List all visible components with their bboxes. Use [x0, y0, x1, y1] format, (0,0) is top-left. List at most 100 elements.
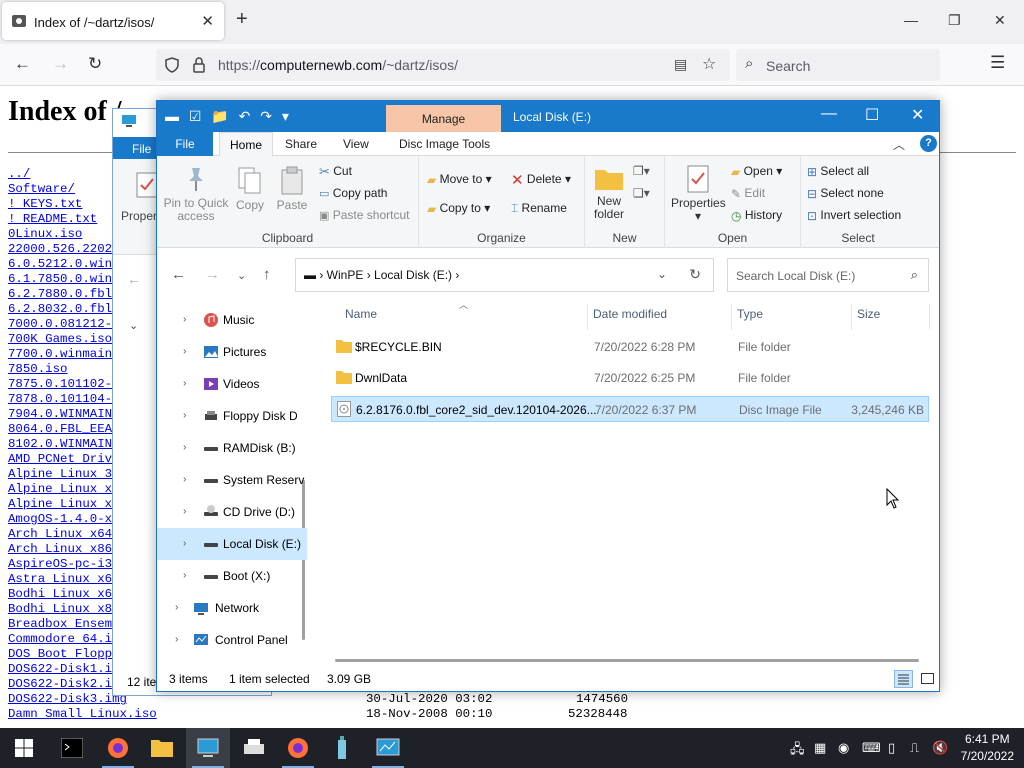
tree-item[interactable]: › Network [157, 592, 307, 624]
explorer-back-icon[interactable]: ← [171, 266, 186, 283]
file-row[interactable]: 6.2.8176.0.fbl_core2_sid_dev.120104-2026… [331, 396, 929, 422]
explorer-forward-icon[interactable]: → [205, 266, 220, 283]
file-row[interactable]: DwnlData 7/20/2022 6:25 PM File folder [331, 365, 929, 391]
taskbar-firefox-1[interactable] [96, 728, 140, 768]
taskbar-control-panel[interactable] [366, 728, 410, 768]
reload-icon[interactable]: ↻ [88, 54, 102, 74]
minimize-icon[interactable]: — [904, 12, 918, 28]
copy-path-button[interactable]: ▭ Copy path [319, 186, 387, 200]
explorer-close-icon[interactable]: ✕ [911, 105, 924, 125]
explorer-window[interactable]: ▬ ☑ 📁 ↶ ↷ ▾ Manage Local Disk (E:) — ☐ ✕… [156, 100, 940, 692]
select-all-button[interactable]: ⊞ Select all [807, 164, 869, 179]
horizontal-scrollbar[interactable] [335, 659, 919, 662]
expand-chevron-icon[interactable]: › [183, 474, 186, 485]
address-dropdown-icon[interactable]: ⌄ [657, 267, 667, 281]
quick-access-toolbar[interactable]: ▬ ☑ 📁 ↶ ↷ ▾ [165, 108, 292, 125]
history-button[interactable]: ◷ History [731, 208, 782, 223]
expand-chevron-icon[interactable]: › [183, 506, 186, 517]
column-header-date[interactable]: Date modified [593, 307, 667, 321]
easy-access-icon[interactable]: ❏▾ [633, 186, 650, 200]
close-tab-icon[interactable]: ✕ [201, 12, 214, 30]
collapse-ribbon-icon[interactable]: ︿ [893, 136, 905, 153]
tree-item[interactable]: › Music [157, 304, 307, 336]
column-header-name[interactable]: Name [345, 307, 377, 321]
tree-item[interactable]: › System Reserv [157, 464, 307, 496]
expand-chevron-icon[interactable]: › [183, 314, 186, 325]
up-icon[interactable]: ↑ [263, 266, 271, 283]
taskbar-firefox-2[interactable] [276, 728, 320, 768]
invert-selection-button[interactable]: ⊡ Invert selection [807, 208, 901, 223]
reader-view-icon[interactable]: ▤ [674, 56, 687, 73]
details-view-button[interactable] [894, 670, 913, 688]
forward-icon[interactable]: → [52, 54, 69, 74]
explorer-title-bar[interactable]: ▬ ☑ 📁 ↶ ↷ ▾ Manage Local Disk (E:) — ☐ ✕ [157, 101, 939, 132]
color-tray-icon[interactable]: ▦ [814, 740, 826, 756]
explorer-maximize-icon[interactable]: ☐ [865, 105, 879, 125]
help-icon[interactable]: ? [920, 135, 937, 152]
tree-item[interactable]: › CD Drive (D:) [157, 496, 307, 528]
tree-item[interactable]: › Local Disk (E:) [157, 528, 307, 560]
properties-button[interactable]: Properties ▾ [671, 164, 726, 223]
tab-share[interactable]: Share [285, 137, 317, 151]
background-back-icon[interactable]: ← [127, 271, 141, 287]
bookmark-star-icon[interactable]: ☆ [702, 54, 716, 74]
taskbar-file-explorer[interactable] [140, 728, 184, 768]
tree-item[interactable]: › Floppy Disk D [157, 400, 307, 432]
expand-chevron-icon[interactable]: › [175, 602, 178, 613]
tab-disc-image-tools[interactable]: Disc Image Tools [399, 137, 490, 151]
system-clock[interactable]: 6:41 PM 7/20/2022 [961, 731, 1014, 765]
pin-quick-access-button[interactable]: Pin to Quick access [163, 166, 229, 223]
network-tray-icon[interactable]: 🖧 [790, 740, 805, 762]
copy-to-button[interactable]: ▰ Copy to ▾ [427, 201, 490, 216]
paste-shortcut-button[interactable]: ▣ Paste shortcut [319, 208, 409, 222]
paste-button[interactable]: Paste [273, 166, 311, 212]
back-icon[interactable]: ← [14, 54, 31, 74]
column-separator[interactable] [929, 304, 930, 330]
explorer-search-box[interactable]: Search Local Disk (E:) ⌕ [727, 258, 929, 292]
tree-item[interactable]: › Control Panel [157, 624, 307, 656]
column-separator[interactable] [587, 304, 588, 330]
cut-button[interactable]: ✂ Cut [319, 164, 352, 180]
edit-button[interactable]: ✎ Edit [731, 186, 765, 201]
volume-muted-icon[interactable]: 🔇 [932, 740, 948, 756]
expand-chevron-icon[interactable]: › [175, 634, 178, 645]
taskbar-bottle[interactable] [320, 728, 364, 768]
tree-item[interactable]: › Boot (X:) [157, 560, 307, 592]
recent-locations-icon[interactable]: ⌄ [237, 269, 246, 282]
tab-view[interactable]: View [343, 137, 369, 151]
refresh-icon[interactable]: ↻ [689, 266, 701, 283]
expand-chevron-icon[interactable]: › [183, 410, 186, 421]
file-row[interactable]: $RECYCLE.BIN 7/20/2022 6:28 PM File folder [331, 334, 929, 360]
browser-search[interactable]: ⌕ Search [736, 49, 940, 81]
rename-button[interactable]: ⌶ Rename [511, 201, 567, 216]
tab-file[interactable]: File [157, 132, 213, 156]
expand-chevron-icon[interactable]: › [183, 442, 186, 453]
taskbar-printer[interactable] [232, 728, 276, 768]
tree-item[interactable]: › RAMDisk (B:) [157, 432, 307, 464]
manage-tab[interactable]: Manage [386, 105, 501, 132]
expand-chevron-icon[interactable]: › [183, 378, 186, 389]
usb-tray-icon[interactable]: ⎍ [910, 740, 919, 756]
keyboard-tray-icon[interactable]: ⌨ [862, 740, 881, 756]
restore-icon[interactable]: ❐ [948, 12, 961, 29]
taskbar-terminal[interactable] [50, 728, 94, 768]
taskbar-computer[interactable] [186, 728, 230, 768]
file-link[interactable]: Damn Small Linux.iso [8, 707, 157, 722]
globe-tray-icon[interactable]: ◉ [838, 740, 849, 756]
open-button[interactable]: ▰ Open ▾ [731, 164, 782, 179]
address-segment-winpe[interactable]: WinPE [327, 268, 364, 282]
close-window-icon[interactable]: ✕ [994, 12, 1006, 29]
select-none-button[interactable]: ⊟ Select none [807, 186, 884, 201]
address-segment-local-disk[interactable]: Local Disk (E:) [374, 268, 452, 282]
tab-home[interactable]: Home [219, 132, 273, 157]
column-header-type[interactable]: Type [737, 307, 763, 321]
background-expand-icon[interactable]: ⌄ [129, 319, 138, 332]
new-tab-button[interactable]: + [236, 8, 248, 31]
new-item-icon[interactable]: ❐▾ [633, 164, 650, 178]
column-header-size[interactable]: Size [857, 307, 880, 321]
explorer-minimize-icon[interactable]: — [821, 105, 837, 123]
browser-tab[interactable]: Index of /~dartz/isos/ ✕ [2, 2, 224, 40]
large-icons-view-icon[interactable] [920, 671, 935, 686]
url-bar[interactable]: https://computernewb.com/~dartz/isos/ ▤ … [156, 49, 730, 81]
start-button[interactable] [2, 728, 46, 768]
